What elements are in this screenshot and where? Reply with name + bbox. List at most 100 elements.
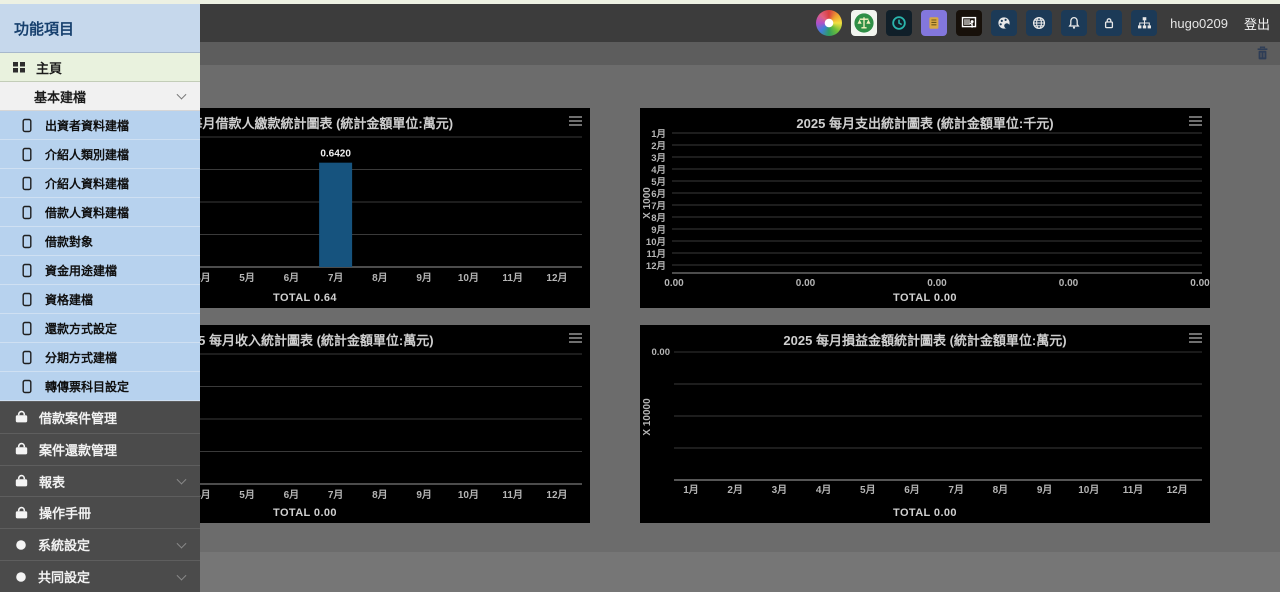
sidebar-item-dark-1[interactable]: 案件還款管理 [0, 433, 200, 465]
briefcase-icon [13, 473, 30, 489]
chart-panel-1: 1月2月3月4月5月6月7月8月9月10月11月12月0.000.000.000… [640, 108, 1210, 308]
chart-total: TOTAL 0.00 [640, 292, 1210, 304]
chart-menu-icon[interactable] [569, 116, 582, 128]
sidebar-subitem-4-label: 借款對象 [45, 233, 93, 250]
sidebar-item-dark-1-label: 案件還款管理 [39, 440, 117, 459]
svg-text:0.00: 0.00 [927, 278, 947, 289]
sidebar-subitem-2[interactable]: 介紹人資料建檔 [0, 169, 200, 198]
svg-text:11月: 11月 [502, 489, 523, 501]
palette-icon[interactable] [991, 10, 1017, 36]
svg-text:10月: 10月 [646, 237, 666, 248]
svg-text:4月: 4月 [816, 484, 832, 496]
sidebar-subitem-5[interactable]: 資金用途建檔 [0, 256, 200, 285]
sidebar-subitem-1[interactable]: 介紹人類別建檔 [0, 140, 200, 169]
svg-text:7月: 7月 [651, 201, 666, 212]
chart-menu-icon[interactable] [1189, 333, 1202, 345]
sidebar-subitem-4[interactable]: 借款對象 [0, 227, 200, 256]
sidebar-subitem-0[interactable]: 出資者資料建檔 [0, 111, 200, 140]
sidebar-subitem-7-label: 還款方式設定 [45, 320, 117, 337]
top-edge-strip [0, 0, 1280, 4]
svg-text:6月: 6月 [651, 189, 666, 200]
sidebar-subitem-0-label: 出資者資料建檔 [45, 117, 129, 134]
tablet-icon [21, 234, 33, 249]
sidebar-item-dark-4[interactable]: 系統設定 [0, 528, 200, 560]
svg-text:8月: 8月 [372, 272, 388, 284]
sidebar-subitem-8-label: 分期方式建檔 [45, 349, 117, 366]
svg-text:9月: 9月 [416, 489, 432, 501]
svg-text:0.00: 0.00 [1059, 278, 1079, 289]
sidebar-subitem-9[interactable]: 轉傳票科目設定 [0, 372, 200, 401]
svg-text:6月: 6月 [904, 484, 920, 496]
tablet-icon [21, 118, 33, 133]
chart-title: 2025 每月損益金額統計圖表 (統計金額單位:萬元) [640, 330, 1210, 349]
tablet-icon [21, 350, 33, 365]
svg-text:10月: 10月 [458, 489, 479, 501]
sidebar-group-basic-setup[interactable]: 基本建檔 [0, 82, 200, 111]
svg-text:12月: 12月 [1167, 484, 1188, 496]
bell-icon[interactable] [1061, 10, 1087, 36]
svg-text:2月: 2月 [727, 484, 743, 496]
tablet-icon [21, 321, 33, 336]
sidebar-item-dark-5-label: 共同設定 [38, 567, 90, 586]
svg-text:11月: 11月 [1123, 484, 1144, 496]
tablet-icon [21, 379, 33, 394]
sidebar-item-dark-2[interactable]: 報表 [0, 465, 200, 497]
logo-scales-icon[interactable] [851, 10, 877, 36]
sidebar-item-home[interactable]: 主頁 [0, 53, 200, 82]
chevron-down-icon [177, 538, 187, 548]
svg-text:12月: 12月 [546, 489, 567, 501]
tablet-icon [21, 263, 33, 278]
sidebar-subitem-3-label: 借款人資料建檔 [45, 204, 129, 221]
sidebar-subitem-9-label: 轉傳票科目設定 [45, 378, 129, 395]
chart-menu-icon[interactable] [569, 333, 582, 345]
circle-icon [13, 537, 29, 553]
trash-icon[interactable] [1255, 45, 1270, 67]
svg-text:10月: 10月 [458, 272, 479, 284]
globe-icon[interactable] [1026, 10, 1052, 36]
svg-text:9月: 9月 [416, 272, 432, 284]
sidebar-item-dark-3[interactable]: 操作手冊 [0, 496, 200, 528]
sidebar-item-home-label: 主頁 [36, 58, 62, 77]
svg-text:8月: 8月 [372, 489, 388, 501]
logout-link[interactable]: 登出 [1244, 14, 1270, 33]
svg-text:0.6420: 0.6420 [320, 149, 351, 160]
chart-panel-3: 0.001月2月3月4月5月6月7月8月9月10月11月12月X 1000020… [640, 325, 1210, 523]
sidebar-subitem-8[interactable]: 分期方式建檔 [0, 343, 200, 372]
svg-text:7月: 7月 [948, 484, 964, 496]
lock-icon[interactable] [1096, 10, 1122, 36]
sidebar-item-dark-0-label: 借款案件管理 [39, 408, 117, 427]
svg-text:11月: 11月 [502, 272, 523, 284]
presentation-board-icon[interactable] [956, 10, 982, 36]
svg-text:7月: 7月 [328, 272, 344, 284]
sidebar-subitem-5-label: 資金用途建檔 [45, 262, 117, 279]
sidebar-item-dark-3-label: 操作手冊 [39, 503, 91, 522]
sitemap-icon[interactable] [1131, 10, 1157, 36]
sidebar-menu: 功能項目 主頁基本建檔出資者資料建檔介紹人類別建檔介紹人資料建檔借款人資料建檔借… [0, 4, 200, 592]
sidebar-subitem-7[interactable]: 還款方式設定 [0, 314, 200, 343]
svg-text:0.00: 0.00 [664, 278, 684, 289]
logo-pinwheel-icon[interactable] [816, 10, 842, 36]
tablet-icon [21, 176, 33, 191]
chevron-down-icon [177, 475, 187, 485]
briefcase-icon [13, 441, 30, 457]
sidebar-subitem-2-label: 介紹人資料建檔 [45, 175, 129, 192]
scroll-icon[interactable] [921, 10, 947, 36]
chart-menu-icon[interactable] [1189, 116, 1202, 128]
tablet-icon [21, 205, 33, 220]
svg-text:X 10000: X 10000 [642, 398, 653, 436]
sidebar-subitem-6-label: 資格建檔 [45, 291, 93, 308]
sidebar-item-dark-0[interactable]: 借款案件管理 [0, 401, 200, 433]
sidebar-item-dark-5[interactable]: 共同設定 [0, 560, 200, 592]
clock-icon[interactable] [886, 10, 912, 36]
svg-text:10月: 10月 [1078, 484, 1099, 496]
svg-text:6月: 6月 [284, 272, 300, 284]
briefcase-icon [13, 409, 30, 425]
chart-total: TOTAL 0.00 [640, 507, 1210, 519]
svg-text:5月: 5月 [239, 272, 255, 284]
svg-text:5月: 5月 [860, 484, 876, 496]
svg-text:9月: 9月 [1037, 484, 1053, 496]
svg-text:0.00: 0.00 [796, 278, 816, 289]
sidebar-item-dark-4-label: 系統設定 [38, 535, 90, 554]
sidebar-subitem-3[interactable]: 借款人資料建檔 [0, 198, 200, 227]
sidebar-subitem-6[interactable]: 資格建檔 [0, 285, 200, 314]
